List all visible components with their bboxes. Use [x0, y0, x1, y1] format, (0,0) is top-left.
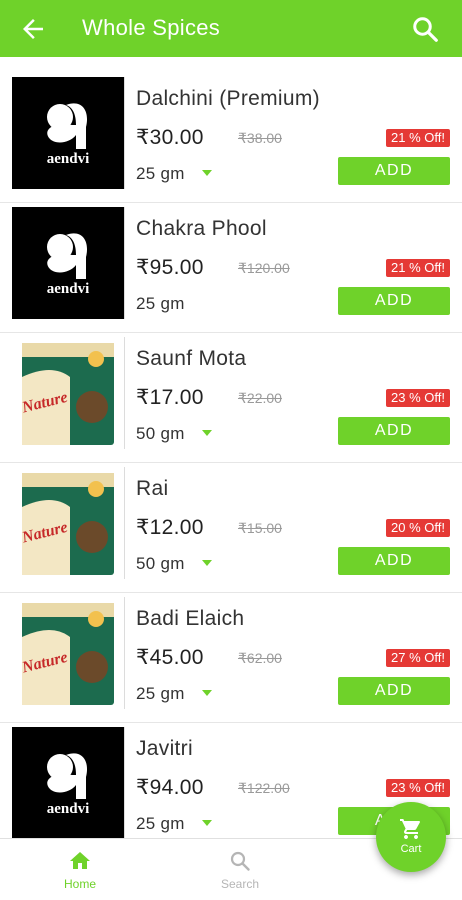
product-mrp: ₹62.00: [238, 650, 282, 666]
nav-search-label: Search: [220, 877, 260, 891]
svg-text:aendvi: aendvi: [47, 151, 90, 167]
discount-badge: 20 % Off!: [386, 519, 450, 537]
unit-selector[interactable]: 25 gm: [136, 814, 185, 834]
nav-search[interactable]: Search: [200, 849, 280, 891]
back-arrow-icon[interactable]: [18, 14, 48, 44]
card-separator: [124, 727, 125, 838]
discount-badge: 23 % Off!: [386, 779, 450, 797]
product-card[interactable]: aendvi Dalchini (Premium) ₹30.00 ₹38.00 21 %…: [0, 73, 462, 203]
add-to-cart-button[interactable]: ADD: [338, 677, 450, 705]
product-image[interactable]: Nature: [12, 597, 124, 709]
page-title: Whole Spices: [82, 15, 221, 40]
product-mrp: ₹22.00: [238, 390, 282, 406]
product-name[interactable]: Chakra Phool: [136, 217, 267, 241]
chevron-down-icon[interactable]: [202, 430, 212, 436]
discount-badge: 21 % Off!: [386, 259, 450, 277]
product-price: ₹94.00: [136, 776, 204, 799]
add-to-cart-button[interactable]: ADD: [338, 417, 450, 445]
cart-icon: [400, 819, 420, 839]
product-name[interactable]: Saunf Mota: [136, 347, 246, 371]
product-image[interactable]: aendvi: [12, 77, 124, 189]
discount-badge: 21 % Off!: [386, 129, 450, 147]
nature-pack-image: Nature: [19, 343, 114, 445]
product-image[interactable]: Nature: [12, 467, 124, 579]
nature-pack-image: Nature: [19, 473, 114, 575]
unit-selector[interactable]: 25 gm: [136, 684, 185, 704]
unit-selector[interactable]: 25 gm: [136, 294, 185, 314]
unit-selector[interactable]: 50 gm: [136, 554, 185, 574]
card-separator: [124, 467, 125, 579]
product-price: ₹45.00: [136, 646, 204, 669]
svg-text:aendvi: aendvi: [47, 281, 90, 297]
product-list[interactable]: aendvi Dalchini (Premium) ₹30.00 ₹38.00 21 %…: [0, 73, 462, 838]
aendvi-logo: aendvi: [47, 233, 90, 297]
aendvi-logo: aendvi: [47, 103, 90, 167]
product-card[interactable]: Nature Badi Elaich ₹45.00 ₹62.00 27 % Off! 25…: [0, 593, 462, 723]
add-to-cart-button[interactable]: ADD: [338, 547, 450, 575]
product-price: ₹17.00: [136, 386, 204, 409]
cart-label: Cart: [400, 843, 422, 855]
card-separator: [124, 77, 125, 189]
product-image[interactable]: aendvi: [12, 207, 124, 319]
card-separator: [124, 597, 125, 709]
nature-pack-image: Nature: [19, 603, 114, 705]
chevron-down-icon[interactable]: [202, 690, 212, 696]
product-name[interactable]: Dalchini (Premium): [136, 87, 320, 111]
product-mrp: ₹120.00: [238, 260, 290, 276]
chevron-down-icon[interactable]: [202, 820, 212, 826]
chevron-down-icon[interactable]: [202, 560, 212, 566]
nav-home[interactable]: Home: [40, 849, 120, 891]
product-mrp: ₹122.00: [238, 780, 290, 796]
search-icon: [230, 851, 250, 871]
product-name[interactable]: Rai: [136, 477, 168, 501]
product-price: ₹12.00: [136, 516, 204, 539]
add-to-cart-button[interactable]: ADD: [338, 287, 450, 315]
product-mrp: ₹38.00: [238, 130, 282, 146]
product-card[interactable]: Nature Saunf Mota ₹17.00 ₹22.00 23 % Off! 50 …: [0, 333, 462, 463]
product-name[interactable]: Badi Elaich: [136, 607, 244, 631]
search-icon[interactable]: [410, 14, 440, 44]
add-to-cart-button[interactable]: ADD: [338, 157, 450, 185]
product-image[interactable]: Nature: [12, 337, 124, 449]
nav-home-label: Home: [63, 877, 96, 891]
product-card[interactable]: Nature Rai ₹12.00 ₹15.00 20 % Off! 50 gm ADD: [0, 463, 462, 593]
product-price: ₹30.00: [136, 126, 204, 149]
card-separator: [124, 207, 125, 319]
cart-button[interactable]: Cart: [376, 802, 446, 872]
chevron-down-icon[interactable]: [202, 170, 212, 176]
card-separator: [124, 337, 125, 449]
product-price: ₹95.00: [136, 256, 204, 279]
svg-text:aendvi: aendvi: [47, 801, 90, 817]
home-icon: [70, 852, 90, 869]
product-name[interactable]: Javitri: [136, 737, 193, 761]
unit-selector[interactable]: 50 gm: [136, 424, 185, 444]
unit-selector[interactable]: 25 gm: [136, 164, 185, 184]
aendvi-logo: aendvi: [47, 753, 90, 817]
product-mrp: ₹15.00: [238, 520, 282, 536]
discount-badge: 27 % Off!: [386, 649, 450, 667]
discount-badge: 23 % Off!: [386, 389, 450, 407]
product-image[interactable]: aendvi: [12, 727, 124, 838]
app-bar: Whole Spices: [0, 0, 462, 57]
product-card[interactable]: aendvi Chakra Phool ₹95.00 ₹120.00 21 % Off!…: [0, 203, 462, 333]
